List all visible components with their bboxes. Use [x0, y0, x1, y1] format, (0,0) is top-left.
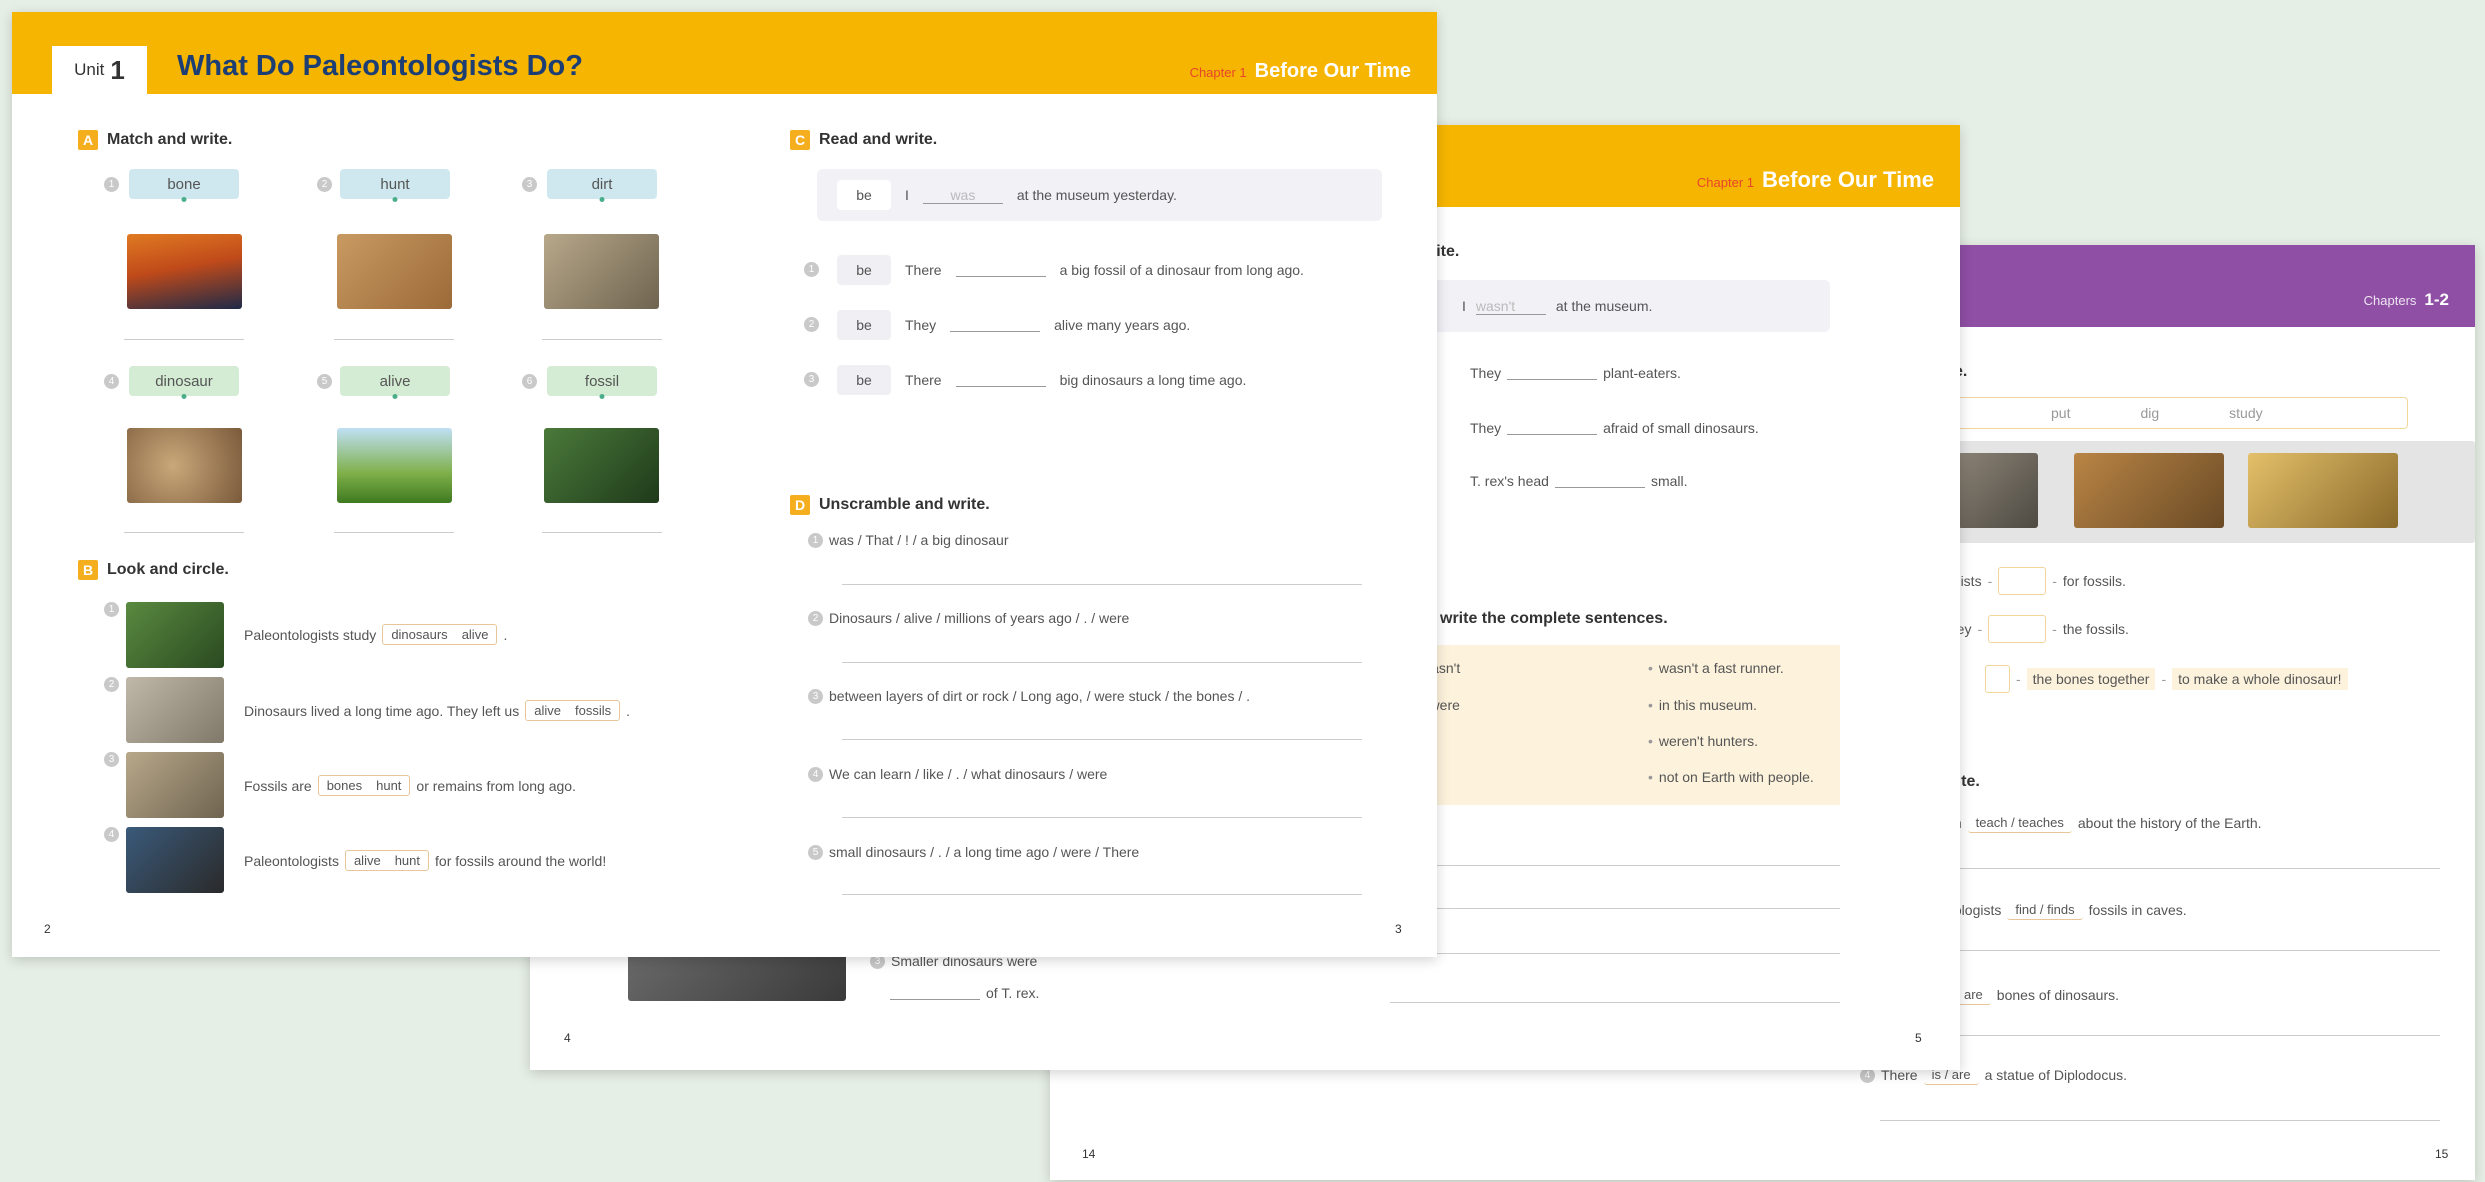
circle-item-3: Fossils are bones hunt or remains from long… — [244, 775, 576, 796]
page-number: 2 — [44, 922, 51, 936]
match-right: • in this museum. — [1648, 697, 1757, 713]
workbook-page-1: Unit 1 What Do Paleontologists Do? Chapte… — [12, 12, 1437, 957]
page-number: 3 — [1395, 922, 1402, 936]
photo-skeleton — [126, 752, 224, 818]
page-header: Unit 1 What Do Paleontologists Do? Chapte… — [12, 12, 1437, 94]
section-b-title: B Look and circle. — [78, 560, 229, 580]
chapter-label: Chapter 1 — [1189, 65, 1247, 80]
grammar-item-1: mteach / teachesabout the history of the… — [1950, 813, 2262, 833]
word-label-alive: alive — [340, 366, 450, 396]
photo-dinosaur-2 — [126, 602, 224, 668]
unscramble-item-5: 5 small dinosaurs / . / a long time ago /… — [808, 844, 1139, 860]
circle-item-4: Paleontologists alive hunt for fossils arou… — [244, 850, 606, 871]
section-title: write the complete sentences. — [1440, 610, 1668, 627]
chapter-label: Chapter 1 — [1696, 175, 1755, 190]
fill-row-3: - the bones together - to make a whole dino… — [1985, 665, 2348, 693]
choice-pair[interactable]: alive fossils — [525, 700, 621, 721]
write-item-2: be They alive many years ago. — [837, 310, 1190, 340]
page-title: What Do Paleontologists Do? — [177, 50, 583, 82]
unscramble-item-4: 4 We can learn / like / . / what dinosaur… — [808, 766, 1107, 782]
page-number: 14 — [1082, 1147, 1096, 1161]
photo-dirt — [337, 234, 452, 309]
circle-item-1: Paleontologists study dinosaurs alive. — [244, 624, 507, 645]
match-right: • not on Earth with people. — [1648, 769, 1814, 785]
circle-item-2: Dinosaurs lived a long time ago. They le… — [244, 700, 630, 721]
photo-cave — [1958, 453, 2038, 528]
write-item: They plant-eaters. — [1470, 365, 1681, 381]
chapter-title: Before Our Time — [1762, 167, 1934, 192]
write-item-1: be There a big fossil of a dinosaur from l… — [837, 255, 1304, 285]
choice-pair[interactable]: bones hunt — [317, 775, 411, 796]
unit-badge: Unit 1 — [52, 46, 147, 94]
fill-row-1: ogists - - for fossils. — [1945, 567, 2126, 595]
word-label-fossil: fossil — [547, 366, 657, 396]
chapter-label: Chapters — [2363, 293, 2417, 308]
grammar-item-3: are bones of dinosaurs. — [1950, 985, 2119, 1005]
word-bank: put dig study — [1930, 397, 2408, 429]
page-number: 5 — [1915, 1031, 1922, 1045]
word-label-dinosaur: dinosaur — [129, 366, 239, 396]
unscramble-item-3: 3 between layers of dirt or rock / Long a… — [808, 688, 1250, 704]
word-label-dirt: dirt — [547, 169, 657, 199]
photo-fossil-bones — [544, 234, 659, 309]
choice-pair[interactable]: alive hunt — [344, 850, 430, 871]
photo-museum — [2248, 453, 2398, 528]
item-text: of T. rex. — [890, 985, 1039, 1001]
word-label-hunt: hunt — [340, 169, 450, 199]
write-item: T. rex's head small. — [1470, 473, 1688, 489]
match-right: • weren't hunters. — [1648, 733, 1759, 749]
chapter-title: Before Our Time — [1254, 60, 1411, 82]
section-a-title: A Match and write. — [78, 130, 232, 150]
photo-sunset-hunter — [127, 234, 242, 309]
section-c-title: C Read and write. — [790, 130, 937, 150]
write-item: They afraid of small dinosaurs. — [1470, 420, 1759, 436]
unscramble-item-2: 2 Dinosaurs / alive / millions of years a… — [808, 610, 1129, 626]
section-d-title: D Unscramble and write. — [790, 495, 990, 515]
photo-paleontologist — [126, 827, 224, 893]
example-row: Iwasn't at the museum. — [1400, 280, 1830, 332]
example-row: be Iwas at the museum yesterday. — [817, 169, 1382, 221]
photo-ammonites — [127, 428, 242, 503]
page-number: 15 — [2435, 1147, 2449, 1161]
match-right: • wasn't a fast runner. — [1648, 660, 1784, 676]
unscramble-item-1: 1 was / That / ! / a big dinosaur — [808, 532, 1009, 548]
write-item-3: be There big dinosaurs a long time ago. — [837, 365, 1246, 395]
fill-row-2: they--the fossils. — [1945, 615, 2129, 643]
chapter-number: 1-2 — [2424, 290, 2449, 309]
photo-tree — [337, 428, 452, 503]
grammar-item-2: tologists find / finds fossils in caves. — [1950, 902, 2187, 920]
choice-pair[interactable]: dinosaurs alive — [382, 624, 498, 645]
photo-dinosaur — [544, 428, 659, 503]
word-label-bone: bone — [129, 169, 239, 199]
photo-dig — [2074, 453, 2224, 528]
photo-bones-ground — [126, 677, 224, 743]
page-number: 4 — [564, 1031, 571, 1045]
